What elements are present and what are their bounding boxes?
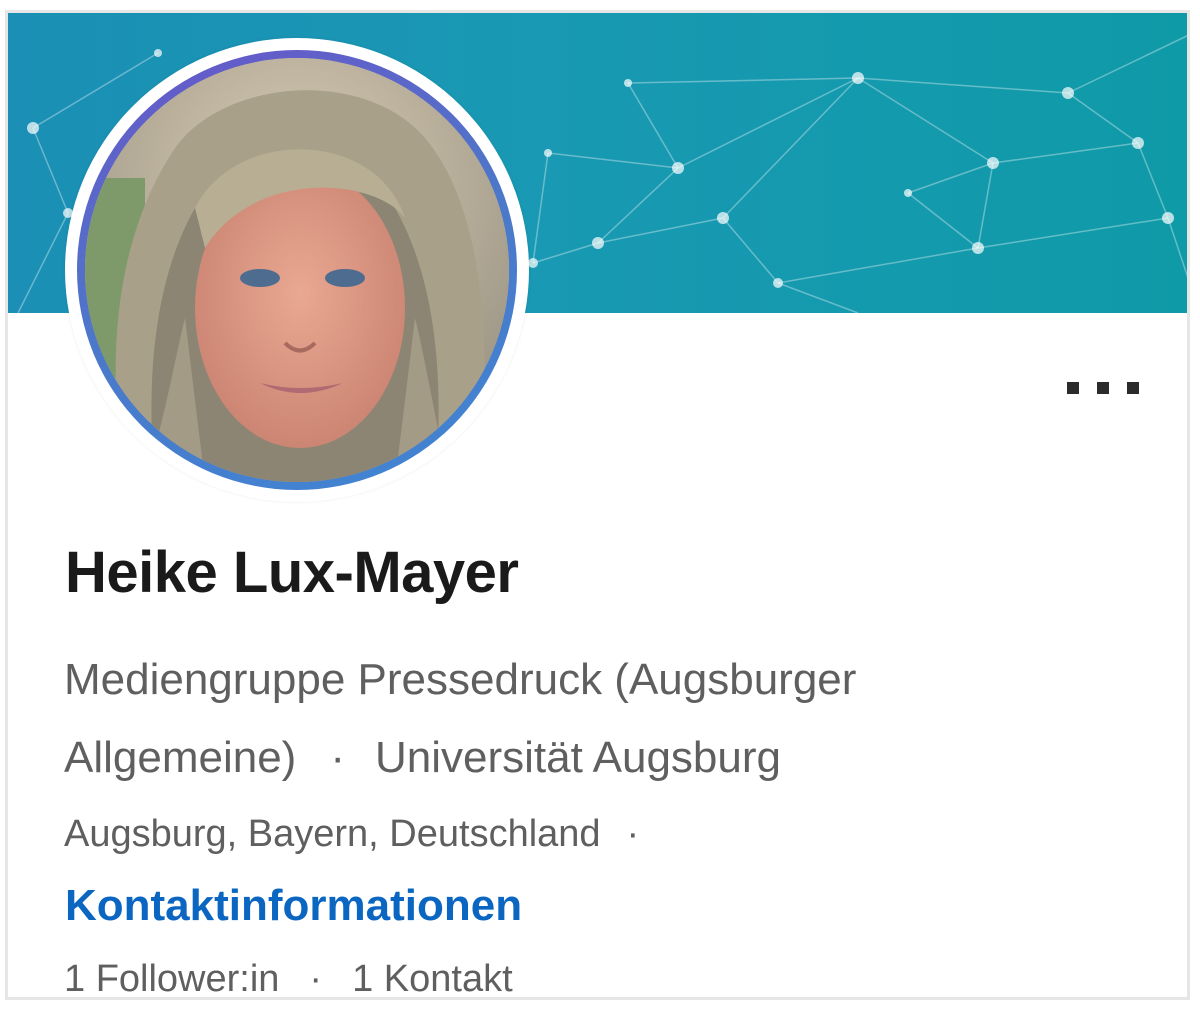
headline-company-line1: Mediengruppe Pressedruck (Augsburger — [64, 655, 857, 704]
more-horizontal-icon-dot — [1127, 382, 1139, 394]
profile-card: Heike Lux-Mayer Mediengruppe Pressedruck… — [5, 10, 1190, 1000]
location-separator: · — [626, 813, 640, 855]
profile-location: Augsburg, Bayern, Deutschland · — [64, 813, 639, 856]
connections-count[interactable]: 1 Kontakt — [352, 958, 513, 997]
contact-info-link[interactable]: Kontaktinformationen — [65, 881, 522, 931]
followers-count[interactable]: 1 Follower:in — [64, 958, 279, 997]
profile-stats: 1 Follower:in · 1 Kontakt — [64, 958, 513, 1000]
headline-company-line2: Allgemeine) — [64, 733, 297, 782]
profile-name: Heike Lux-Mayer — [65, 540, 519, 605]
more-horizontal-icon — [1067, 382, 1079, 394]
location-text: Augsburg, Bayern, Deutschland — [64, 813, 601, 855]
more-horizontal-icon-dot — [1097, 382, 1109, 394]
avatar-photo — [85, 58, 509, 482]
more-options-button[interactable] — [1067, 373, 1139, 403]
profile-headline: Mediengruppe Pressedruck (Augsburger All… — [64, 641, 1144, 797]
headline-school: Universität Augsburg — [375, 733, 781, 782]
profile-avatar[interactable] — [65, 38, 529, 502]
stats-separator: · — [309, 958, 323, 1000]
headline-separator: · — [330, 733, 345, 782]
